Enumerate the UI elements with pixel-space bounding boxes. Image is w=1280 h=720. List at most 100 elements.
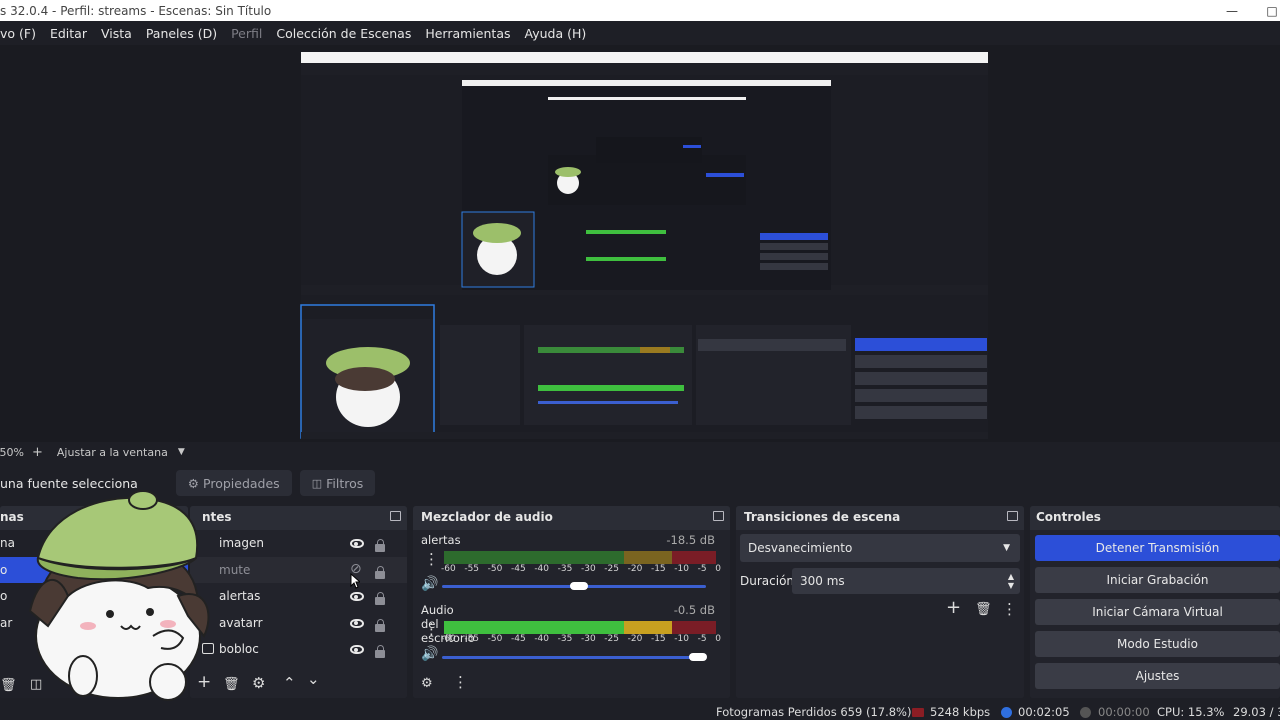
bitrate: 5248 kbps	[930, 705, 991, 719]
lock-icon[interactable]	[375, 645, 385, 658]
move-down-icon[interactable]: ⌄	[307, 672, 320, 687]
start-virtual-camera-button[interactable]: Iniciar Cámara Virtual	[1035, 599, 1280, 625]
menu-bar: vo (F) Editar Vista Paneles (D) Perfil C…	[0, 21, 1280, 45]
meter-tick-label: -10	[674, 564, 689, 574]
menu-docks[interactable]: Paneles (D)	[146, 26, 217, 41]
channel-menu-icon[interactable]: ⋮	[424, 552, 439, 567]
studio-mode-button[interactable]: Modo Estudio	[1035, 631, 1280, 657]
volume-slider-handle[interactable]	[689, 653, 708, 661]
source-item[interactable]: bobloc	[190, 636, 407, 663]
meter-tick-label: -35	[557, 564, 573, 574]
fit-to-window-button[interactable]: Ajustar a la ventana	[57, 446, 168, 459]
meter-tick-label: -40	[534, 634, 550, 644]
meter-tick-label: -10	[674, 634, 689, 644]
sources-title: ntes	[190, 506, 407, 528]
duration-input[interactable]: 300 ms ▲ ▼	[792, 568, 1020, 594]
meter-tick-label: -15	[650, 634, 666, 644]
source-item[interactable]: avatarr	[190, 610, 407, 637]
source-item[interactable]: mute ⊘	[190, 556, 407, 583]
spin-arrows-icon[interactable]: ▲ ▼	[1008, 572, 1014, 590]
chevron-down-icon: ▼	[1003, 543, 1010, 553]
advanced-audio-icon[interactable]: ⚙	[421, 676, 433, 691]
menu-profile[interactable]: Perfil	[231, 26, 262, 41]
visibility-eye-icon[interactable]	[350, 539, 364, 548]
meter-tick-label: -40	[534, 564, 550, 574]
meter-tick-label: -15	[650, 564, 666, 574]
remove-scene-icon[interactable]: 🗑	[0, 678, 17, 693]
speaker-icon[interactable]: 🔊	[421, 577, 438, 592]
volume-slider[interactable]	[442, 656, 706, 659]
filters-button[interactable]: ◫ Filtros	[299, 470, 376, 496]
maximize-icon[interactable]: □	[1252, 0, 1280, 21]
meter-tick-label: -45	[510, 564, 526, 574]
menu-tools[interactable]: Herramientas	[425, 26, 510, 41]
network-health-icon	[912, 708, 924, 717]
start-recording-button[interactable]: Iniciar Grabación	[1035, 567, 1280, 593]
lock-icon[interactable]	[375, 539, 385, 552]
visibility-eye-icon[interactable]	[350, 618, 364, 628]
add-transition-icon[interactable]: +	[946, 599, 961, 617]
mixer-menu-icon[interactable]: ⋮	[453, 675, 468, 690]
cpu-usage: CPU: 15.3%	[1157, 705, 1225, 719]
minimize-icon[interactable]: —	[1212, 0, 1252, 21]
remove-transition-icon[interactable]: 🗑	[975, 602, 992, 617]
meter-tick-label: -25	[604, 564, 619, 574]
source-item[interactable]: alertas	[190, 583, 407, 610]
filter-icon: ◫	[311, 476, 323, 490]
fps: 29.03 / 3	[1233, 705, 1280, 719]
undock-icon[interactable]	[1007, 511, 1018, 521]
undock-icon[interactable]	[713, 511, 724, 521]
meter-tick-label: -5	[697, 564, 707, 574]
avatar-character-image	[28, 490, 210, 701]
menu-view[interactable]: Vista	[101, 26, 132, 41]
channel-menu-icon[interactable]: ⋮	[424, 622, 439, 637]
undock-icon[interactable]	[390, 511, 401, 521]
dropped-frames: Fotogramas Perdidos 659 (17.8%)	[716, 705, 912, 719]
meter-tick-label: -55	[464, 634, 480, 644]
visibility-eye-icon[interactable]	[350, 645, 364, 654]
source-settings-icon[interactable]: ⚙	[252, 676, 265, 691]
visibility-eye-icon[interactable]	[350, 592, 364, 601]
program-preview[interactable]	[0, 45, 1280, 442]
window-titlebar: s 32.0.4 - Perfil: streams - Escenas: Si…	[0, 0, 1280, 21]
zoom-dropdown-icon[interactable]: ▼	[178, 447, 185, 457]
record-time: 00:00:00	[1098, 705, 1150, 719]
meter-tick-label: -20	[627, 634, 643, 644]
menu-help[interactable]: Ayuda (H)	[525, 26, 587, 41]
mixer-title: Mezclador de audio	[413, 506, 730, 528]
move-up-icon[interactable]: ⌃	[283, 676, 296, 691]
lock-icon[interactable]	[375, 565, 385, 579]
meter-tick-label: -60	[441, 634, 456, 644]
menu-scene-collection[interactable]: Colección de Escenas	[276, 26, 411, 41]
lock-icon[interactable]	[375, 618, 385, 632]
meter-tick-label: 0	[715, 564, 721, 574]
remove-source-icon[interactable]: 🗑	[223, 677, 240, 692]
lock-icon[interactable]	[375, 592, 385, 605]
volume-slider-handle[interactable]	[570, 582, 589, 590]
duration-label: Duración	[740, 574, 795, 588]
zoom-percent: 50%	[0, 445, 24, 459]
transition-type-select[interactable]: Desvanecimiento ▼	[740, 534, 1020, 562]
volume-meter	[444, 551, 716, 561]
meter-tick-label: -20	[627, 564, 643, 574]
menu-file[interactable]: vo (F)	[0, 26, 36, 41]
zoom-in-button[interactable]: +	[32, 445, 43, 460]
settings-button[interactable]: Ajustes	[1035, 663, 1280, 689]
meter-tick-label: -25	[604, 634, 619, 644]
menu-edit[interactable]: Editar	[50, 26, 87, 41]
transitions-title: Transiciones de escena	[736, 506, 1024, 528]
transition-menu-icon[interactable]: ⋮	[1002, 602, 1017, 617]
stop-streaming-button[interactable]: Detener Transmisión	[1035, 535, 1280, 561]
meter-scale: -60 -55 -50 -45 -40 -35 -30 -25 -20 -15 -10 -5 0	[441, 564, 721, 574]
preview-recursive-capture	[300, 52, 988, 439]
channel-name: alertas	[421, 533, 461, 547]
speaker-icon[interactable]: 🔊	[421, 647, 438, 662]
streaming-icon	[1001, 707, 1012, 718]
recording-icon	[1080, 707, 1091, 718]
meter-tick-label: -30	[580, 564, 596, 574]
meter-scale: -60 -55 -50 -45 -40 -35 -30 -25 -20 -15 -10 -5 0	[441, 634, 721, 644]
controls-title: Controles	[1030, 506, 1280, 528]
meter-tick-label: -35	[557, 634, 573, 644]
channel-db: -0.5 dB	[673, 603, 715, 617]
source-item[interactable]: imagen	[190, 530, 407, 557]
